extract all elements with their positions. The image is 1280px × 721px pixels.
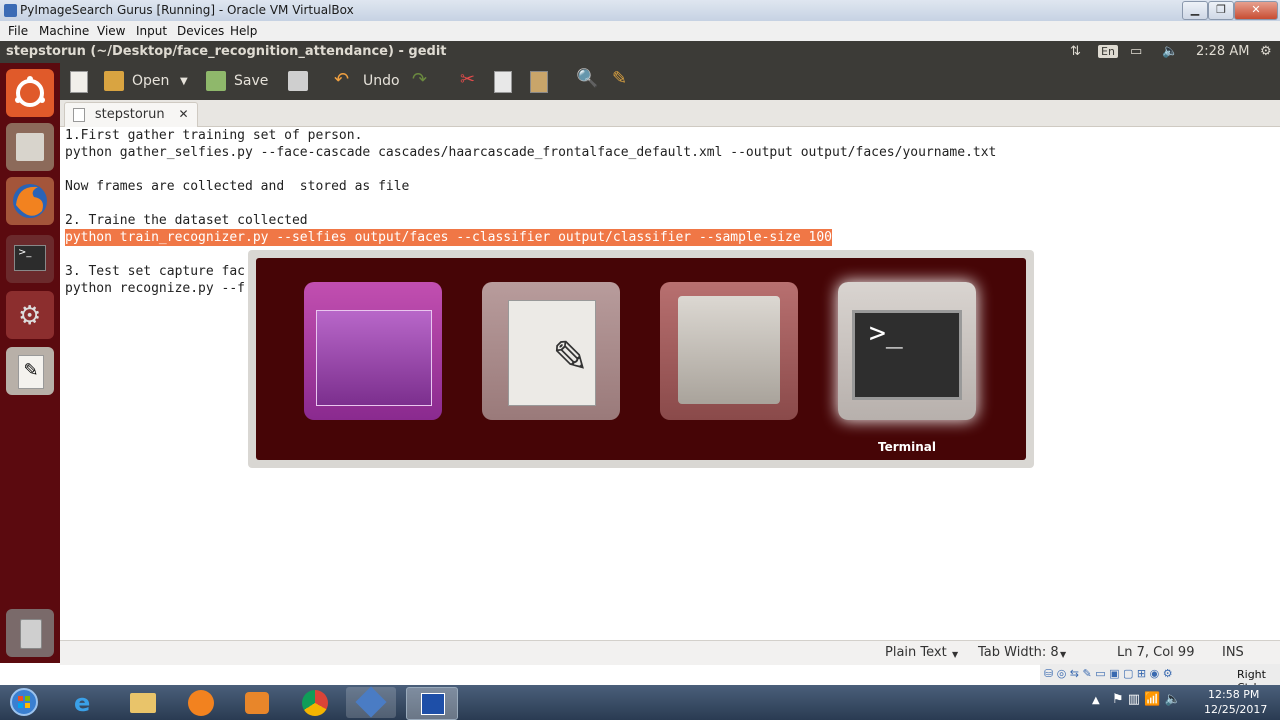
chevron-down-icon: ▼ [952,650,959,659]
trash-launcher-icon[interactable] [6,609,54,657]
ubuntu-top-panel: stepstorun (~/Desktop/face_recognition_a… [0,41,1280,63]
close-tab-icon[interactable]: ✕ [178,107,188,121]
new-document-icon[interactable] [70,71,88,93]
minimize-button[interactable]: ▁ [1182,1,1208,20]
menu-devices[interactable]: Devices [177,24,224,38]
virtualbox-taskbar-icon[interactable] [346,686,396,718]
unity-launcher: >_ ⚙ ✎ [0,63,60,663]
search-replace-icon[interactable]: ✎ [612,68,627,89]
terminal-icon: >_ [852,310,962,400]
editor-line: 1.First gather training set of person. [65,128,363,143]
chevron-down-icon: ▼ [1060,650,1067,659]
device-icons[interactable]: ⛁ ◎ ⇆ ✎ ▭ ▣ ▢ ⊞ ◉ ⚙ [1044,667,1173,680]
tab-label: stepstorun [94,107,165,122]
switcher-item-gedit[interactable]: ✎ [482,282,620,420]
gedit-toolbar: Open ▼ Save ↶ Undo ↷ ✂ 🔍 ✎ [60,63,1280,100]
start-button[interactable] [4,687,44,718]
network-icon[interactable]: ⇅ [1070,44,1081,59]
copy-icon[interactable] [494,71,512,93]
editor-line: python recognize.py --f [65,281,246,296]
menu-view[interactable]: View [97,24,125,38]
trash-icon [20,619,42,649]
open-dropdown-icon[interactable]: ▼ [180,76,188,87]
language-selector[interactable]: Plain Text [885,645,947,660]
wrench-icon: ⚙ [18,301,42,331]
close-window-button[interactable]: ✕ [1234,1,1278,20]
gedit-launcher-icon[interactable]: ✎ [6,347,54,395]
menu-help[interactable]: Help [230,24,257,38]
switcher-item-files[interactable] [304,282,442,420]
taskbar-time[interactable]: 12:58 PM [1208,688,1259,701]
paste-icon[interactable] [530,71,548,93]
folder-icon[interactable] [118,687,168,718]
tab-stepstorun[interactable]: stepstorun ✕ [64,102,198,127]
open-button[interactable]: Open [132,73,169,89]
app-switcher: ✎ >_ Terminal [248,250,1034,468]
cut-icon[interactable]: ✂ [460,69,475,90]
volume-icon[interactable]: 🔈 [1162,44,1178,59]
open-folder-icon[interactable] [104,71,124,91]
firefox-icon [13,184,47,218]
switcher-selected-label: Terminal [877,440,937,454]
tray-expand-icon[interactable]: ▲ [1092,695,1100,706]
files-launcher-icon[interactable] [6,123,54,171]
editor-line: 3. Test set capture fac [65,264,246,279]
redo-icon[interactable]: ↷ [412,69,427,90]
gear-icon[interactable]: ⚙ [1260,44,1272,59]
virtualbox-menubar: File Machine View Input Devices Help [0,21,1280,42]
search-icon[interactable]: 🔍 [576,68,598,89]
menu-input[interactable]: Input [136,24,167,38]
active-window-title: stepstorun (~/Desktop/face_recognition_a… [6,44,447,59]
document-tabbar: stepstorun ✕ [60,100,1280,127]
windows-logo-icon [10,688,38,716]
internet-explorer-icon[interactable]: e [60,687,110,718]
taskbar-date[interactable]: 12/25/2017 [1204,703,1267,716]
virtualbox-titlebar: PyImageSearch Gurus [Running] - Oracle V… [0,0,1280,21]
pencil-icon: ✎ [552,332,589,383]
vm-window-taskbar-icon[interactable] [406,687,458,720]
host-window-title: PyImageSearch Gurus [Running] - Oracle V… [20,3,354,17]
file-cabinet-icon [678,296,780,404]
tray-icons[interactable]: ⚑ ▥ 📶 🔈 [1112,692,1181,707]
gedit-statusbar: Plain Text ▼ Tab Width: 8 ▼ Ln 7, Col 99… [60,640,1280,665]
insert-mode: INS [1222,645,1244,660]
switcher-item-file-manager[interactable] [660,282,798,420]
editor-line: 2. Traine the dataset collected [65,213,308,228]
chrome-icon[interactable] [290,687,340,718]
keyboard-layout[interactable]: En [1098,45,1118,58]
battery-icon[interactable]: ▭ [1130,44,1142,59]
editor-line-selected: python train_recognizer.py --selfies out… [65,229,833,246]
text-editor-icon: ✎ [18,355,44,389]
undo-button[interactable]: Undo [363,73,400,89]
ubuntu-logo-icon [15,76,45,107]
dash-home-icon[interactable] [6,69,54,117]
undo-icon[interactable]: ↶ [334,69,349,90]
virtualbox-statusbar: ⛁ ◎ ⇆ ✎ ▭ ▣ ▢ ⊞ ◉ ⚙ Right Ctrl [1040,664,1280,694]
firefox-icon[interactable] [176,687,226,718]
print-icon[interactable] [288,71,308,91]
save-icon[interactable] [206,71,226,91]
document-icon [73,107,85,122]
switcher-item-terminal[interactable]: >_ [838,282,976,420]
terminal-icon: >_ [14,245,46,271]
cursor-position: Ln 7, Col 99 [1117,645,1195,660]
clock[interactable]: 2:28 AM [1196,44,1249,59]
menu-file[interactable]: File [8,24,28,38]
windows-taskbar: e ▲ ⚑ ▥ 📶 🔈 12:58 PM 12/25/2017 [0,685,1280,720]
editor-line: python gather_selfies.py --face-cascade … [65,145,997,160]
app-switcher-panel: ✎ >_ Terminal [256,258,1026,460]
menu-machine[interactable]: Machine [39,24,89,38]
maximize-button[interactable]: ❐ [1208,1,1234,20]
settings-launcher-icon[interactable]: ⚙ [6,291,54,339]
media-player-icon[interactable] [232,687,282,718]
save-button[interactable]: Save [234,73,268,89]
window-icon [316,310,432,406]
virtualbox-icon [4,4,17,17]
terminal-launcher-icon[interactable]: >_ [6,235,54,283]
file-cabinet-icon [16,133,44,161]
firefox-launcher-icon[interactable] [6,177,54,225]
tab-width-selector[interactable]: Tab Width: 8 [978,645,1059,660]
editor-line: Now frames are collected and stored as f… [65,179,410,194]
